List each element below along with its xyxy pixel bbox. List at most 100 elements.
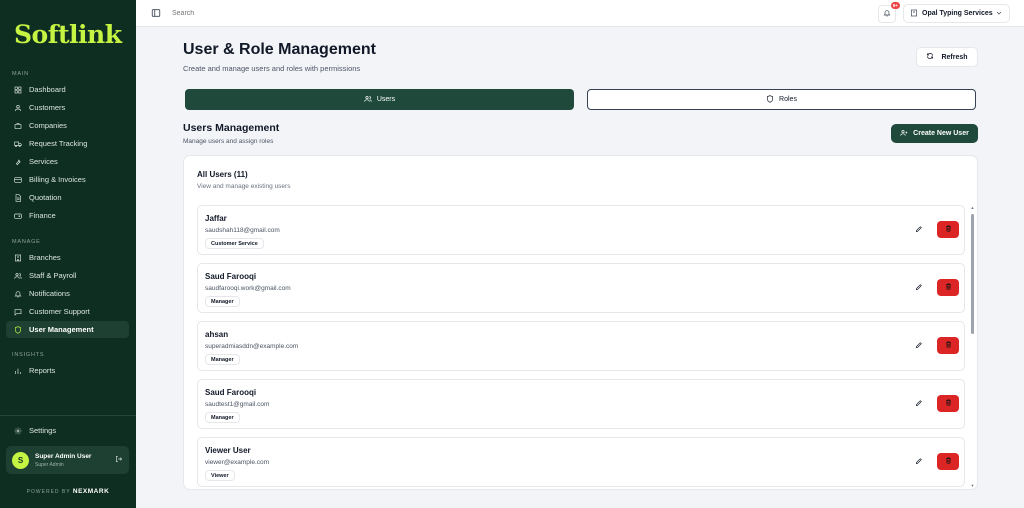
sidebar-item-label: Customer Support — [29, 307, 90, 316]
gear-icon — [13, 426, 23, 436]
delete-button[interactable] — [937, 221, 959, 238]
trash-icon — [945, 457, 952, 466]
sidebar: Softlink MAIN Dashboard Customers Compan… — [0, 0, 136, 508]
users-icon — [13, 271, 23, 281]
tab-roles-label: Roles — [779, 96, 797, 103]
sidebar-item-customer-support[interactable]: Customer Support — [6, 303, 129, 320]
sidebar-item-staff-payroll[interactable]: Staff & Payroll — [6, 267, 129, 284]
bell-icon — [883, 9, 891, 19]
refresh-icon — [926, 52, 941, 62]
pencil-icon — [915, 457, 923, 467]
current-user-name: Super Admin User — [35, 452, 92, 460]
sidebar-item-label: User Management — [29, 325, 94, 334]
user-name: Saud Farooqi — [205, 388, 257, 397]
user-name: Viewer User — [205, 446, 251, 455]
sidebar-item-user-management[interactable]: User Management — [6, 321, 129, 338]
delete-button[interactable] — [937, 395, 959, 412]
pencil-icon — [915, 283, 923, 293]
truck-icon — [13, 139, 23, 149]
search-input[interactable] — [172, 7, 372, 20]
card-icon — [13, 175, 23, 185]
user-email: viewer@example.com — [205, 459, 270, 466]
role-badge: Manager — [205, 412, 240, 423]
sidebar-item-notifications[interactable]: Notifications — [6, 285, 129, 302]
create-user-label: Create New User — [913, 130, 969, 137]
sidebar-item-label: Companies — [29, 121, 67, 130]
scrollbar[interactable]: ▲ ▼ — [970, 206, 975, 488]
powered-by-brand: NEXMARK — [72, 488, 110, 495]
building-icon — [910, 9, 922, 19]
sidebar-item-settings[interactable]: Settings — [6, 422, 129, 439]
sidebar-item-branches[interactable]: Branches — [6, 249, 129, 266]
briefcase-icon — [13, 121, 23, 131]
trash-icon — [945, 283, 952, 292]
list-item: Viewer User viewer@example.com Viewer — [197, 437, 965, 487]
scroll-down-icon[interactable]: ▼ — [970, 484, 975, 488]
edit-button[interactable] — [913, 398, 925, 410]
bell-icon — [13, 289, 23, 299]
sidebar-item-label: Branches — [29, 253, 61, 262]
list-item: Jaffar saudshah118@gmail.com Customer Se… — [197, 205, 965, 255]
user-email: saudtest1@gmail.com — [205, 401, 270, 408]
sidebar-item-label: Notifications — [29, 289, 70, 298]
tab-users-label: Users — [376, 96, 396, 103]
sidebar-item-quotation[interactable]: Quotation — [6, 189, 129, 206]
building-icon — [13, 253, 23, 263]
delete-button[interactable] — [937, 453, 959, 470]
pencil-icon — [915, 225, 923, 235]
wallet-icon — [13, 211, 23, 221]
sidebar-item-companies[interactable]: Companies — [6, 117, 129, 134]
sidebar-item-request-tracking[interactable]: Request Tracking — [6, 135, 129, 152]
create-user-button[interactable]: Create New User — [891, 124, 978, 143]
user-icon — [13, 103, 23, 113]
sidebar-item-services[interactable]: Services — [6, 153, 129, 170]
sidebar-item-billing[interactable]: Billing & Invoices — [6, 171, 129, 188]
top-bar: 9+ Opal Typing Services — [136, 0, 1024, 27]
tab-users[interactable]: Users — [185, 89, 574, 110]
users-icon — [364, 95, 377, 105]
sidebar-item-label: Customers — [29, 103, 66, 112]
delete-button[interactable] — [937, 279, 959, 296]
sidebar-item-label: Staff & Payroll — [29, 271, 77, 280]
page-subtitle: Create and manage users and roles with p… — [183, 64, 361, 73]
sidebar-item-label: Reports — [29, 366, 56, 375]
section-label-insights: INSIGHTS — [12, 352, 45, 358]
notifications-button[interactable]: 9+ — [878, 2, 900, 23]
section-subtitle: Manage users and assign roles — [183, 138, 274, 145]
sidebar-toggle-icon[interactable] — [151, 8, 161, 20]
logout-icon[interactable] — [115, 455, 123, 465]
sidebar-item-finance[interactable]: Finance — [6, 207, 129, 224]
company-select-value: Opal Typing Services — [922, 10, 993, 17]
role-badge: Customer Service — [205, 238, 264, 249]
edit-button[interactable] — [913, 456, 925, 468]
sidebar-item-label: Finance — [29, 211, 56, 220]
delete-button[interactable] — [937, 337, 959, 354]
brand-logo: Softlink — [14, 20, 122, 49]
edit-button[interactable] — [913, 340, 925, 352]
refresh-label: Refresh — [941, 53, 968, 61]
sidebar-item-label: Quotation — [29, 193, 62, 202]
user-plus-icon — [900, 129, 913, 139]
sidebar-item-customers[interactable]: Customers — [6, 99, 129, 116]
wrench-icon — [13, 157, 23, 167]
scroll-thumb[interactable] — [971, 214, 974, 334]
edit-button[interactable] — [913, 282, 925, 294]
card-subtitle: View and manage existing users — [197, 183, 291, 190]
refresh-button[interactable]: Refresh — [916, 47, 978, 67]
list-item: ahsan superadmiasddn@example.com Manager — [197, 321, 965, 371]
chat-icon — [13, 307, 23, 317]
chevron-down-icon — [995, 9, 1003, 19]
list-item: Saud Farooqi saudfarooqi.work@gmail.com … — [197, 263, 965, 313]
trash-icon — [945, 341, 952, 350]
sidebar-item-reports[interactable]: Reports — [6, 362, 129, 379]
avatar: S — [12, 451, 29, 469]
section-label-main: MAIN — [12, 71, 29, 77]
document-icon — [13, 193, 23, 203]
scroll-up-icon[interactable]: ▲ — [970, 206, 975, 210]
company-select[interactable]: Opal Typing Services — [903, 4, 1010, 23]
tab-roles[interactable]: Roles — [587, 89, 976, 110]
user-email: superadmiasddn@example.com — [205, 343, 299, 350]
section-label-manage: MANAGE — [12, 239, 41, 245]
sidebar-item-dashboard[interactable]: Dashboard — [6, 81, 129, 98]
edit-button[interactable] — [913, 224, 925, 236]
